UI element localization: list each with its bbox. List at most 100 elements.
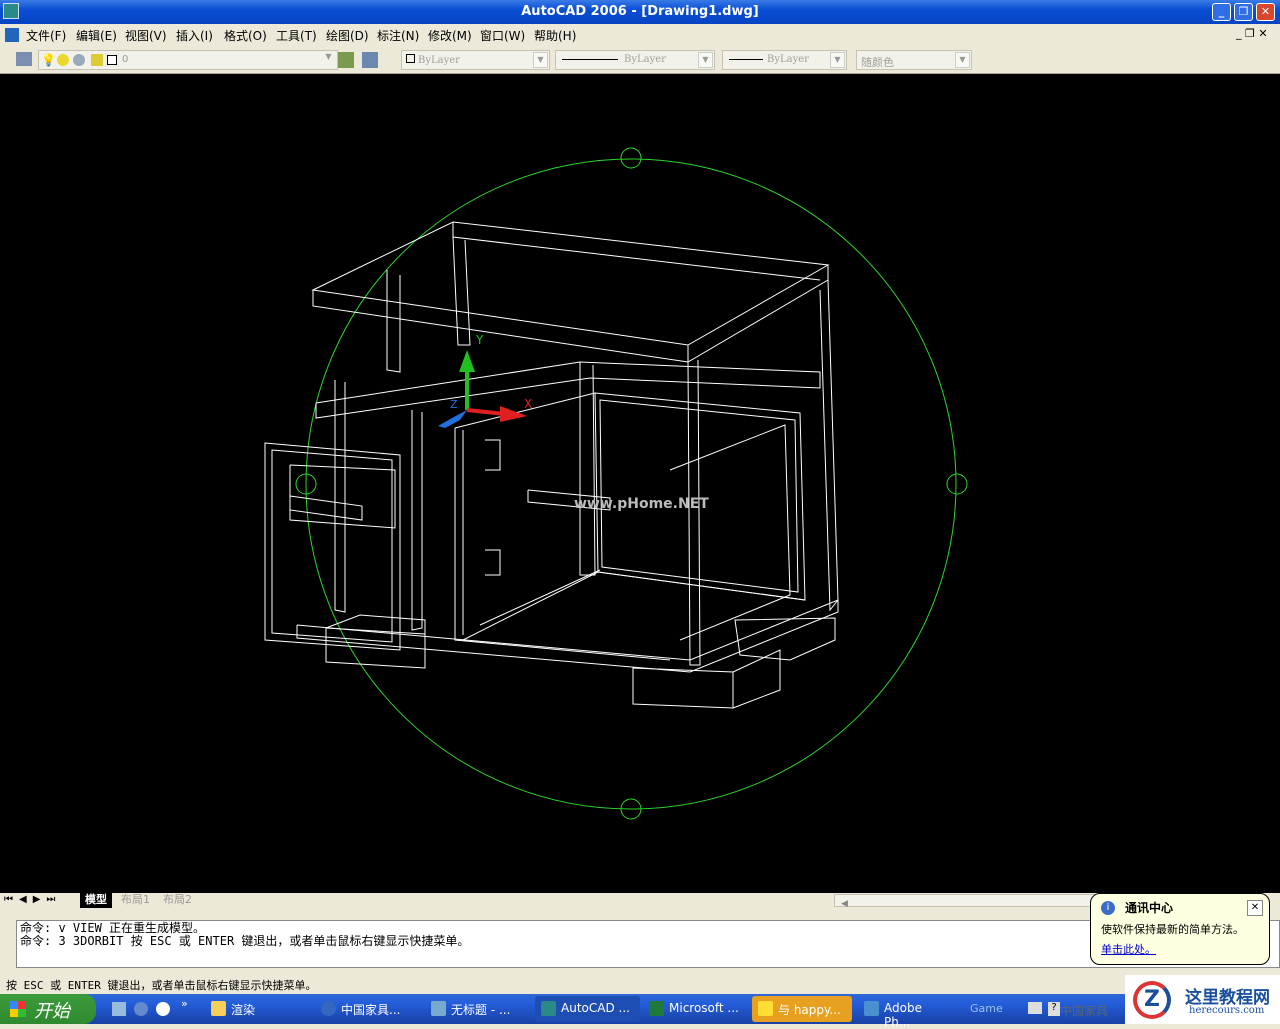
task-label: 渲染 [231,1003,256,1017]
quicklaunch-media-icon[interactable] [156,1002,170,1016]
task-autocad[interactable]: AutoCAD ... [535,996,640,1022]
chevron-down-icon[interactable]: ▼ [955,52,970,68]
menu-file[interactable]: 文件(F) [26,27,66,44]
task-chat[interactable]: 与 happy... [752,996,852,1022]
browser-icon [321,1001,336,1016]
menu-tools[interactable]: 工具(T) [276,27,317,44]
doc-window-controls[interactable]: _ ❐ ✕ [1236,27,1268,40]
chevron-down-icon[interactable]: ▼ [321,52,336,68]
chevron-right-icon[interactable]: » [181,997,188,1010]
keyboard-icon[interactable] [1028,1002,1042,1014]
menu-help[interactable]: 帮助(H) [534,27,576,44]
chevron-down-icon[interactable]: ▼ [830,52,845,68]
task-notepad[interactable]: 无标题 - ... [425,996,530,1022]
y-axis-label: Y [475,333,484,347]
menu-window[interactable]: 窗口(W) [480,27,525,44]
color-swatch [406,54,415,63]
windows-logo-icon [10,1001,26,1017]
chevron-down-icon[interactable]: ▼ [533,52,548,68]
orbit-handle-top[interactable] [620,147,642,169]
status-bar: 按 ESC 或 ENTER 键退出，或者单击鼠标右键显示快捷菜单。 [6,979,317,992]
vertical-scrollbar[interactable] [1266,74,1280,894]
drawing-canvas[interactable]: Y X Z www.pHome.NET [0,74,1280,894]
color-value: ByLayer [418,55,460,66]
quicklaunch-ie-icon[interactable] [134,1002,148,1016]
plotstyle-combo[interactable]: 随颜色 ▼ [856,50,972,70]
lightbulb-icon: 💡 [41,53,56,67]
start-button[interactable]: 开始 [0,994,96,1024]
menu-bar: 文件(F) 编辑(E) 视图(V) 插入(I) 格式(O) 工具(T) 绘图(D… [0,24,1280,46]
watermark-text: www.pHome.NET [574,496,709,512]
game-toolbar-label[interactable]: Game [970,1002,1003,1015]
make-current-layer-icon[interactable] [338,52,354,68]
task-label: 中国家具... [341,1003,401,1017]
menu-modify[interactable]: 修改(M) [428,27,472,44]
quicklaunch-desktop-icon[interactable] [112,1002,126,1016]
layer-previous-icon[interactable] [362,52,378,68]
color-combo[interactable]: ByLayer ▼ [401,50,550,70]
tab-layout2[interactable]: 布局2 [158,893,197,908]
command-window: 命令: v VIEW 正在重生成模型。 命令: 3 3DORBIT 按 ESC … [0,916,1280,972]
layer-name: 0 [122,54,129,65]
layers-properties-toolbar: 💡 0 ▼ ByLayer ▼ ByLayer ▼ ByLayer ▼ 随颜色 ▼ [0,46,1280,74]
excel-icon [649,1001,664,1016]
menu-insert[interactable]: 插入(I) [176,27,213,44]
z-axis-label: Z [450,398,458,411]
task-browser[interactable]: 中国家具... [315,996,420,1022]
arcball-circle[interactable] [305,158,957,810]
orbit-arcball[interactable] [295,147,968,820]
window-title: AutoCAD 2006 - [Drawing1.dwg] [521,4,759,19]
linetype-combo[interactable]: ByLayer ▼ [555,50,715,70]
chat-icon [758,1001,773,1016]
close-button[interactable]: ✕ [1256,3,1275,21]
layer-manager-icon[interactable] [16,52,32,66]
task-label: 无标题 - ... [451,1003,511,1017]
menu-view[interactable]: 视图(V) [125,27,167,44]
lineweight-combo[interactable]: ByLayer ▼ [722,50,847,70]
task-label: Microsoft ... [669,1001,739,1015]
layer-combo[interactable]: 💡 0 ▼ [38,50,338,70]
communication-center-balloon: i 通讯中心 ✕ 使软件保持最新的简单方法。 单击此处。 [1090,893,1270,965]
tab-layout1[interactable]: 布局1 [116,893,155,908]
logo-z-icon: Z [1133,981,1171,1019]
balloon-link[interactable]: 单击此处。 [1101,941,1259,957]
menu-edit[interactable]: 编辑(E) [76,27,117,44]
task-photoshop[interactable]: Adobe Ph... [858,996,958,1029]
menu-format[interactable]: 格式(O) [224,27,267,44]
task-label: AutoCAD ... [561,1001,630,1015]
autocad-icon [541,1001,556,1016]
restore-button[interactable]: ❐ [1234,3,1253,21]
tab-model[interactable]: 模型 [80,893,112,908]
color-swatch [107,55,117,65]
command-line: 命令: 3 3DORBIT 按 ESC 或 ENTER 键退出，或者单击鼠标右键… [20,934,470,948]
start-label: 开始 [34,1001,70,1022]
ucs-icon: Y X Z [438,333,532,428]
layout-tabs-bar: ⏮◀▶⏭ 模型 布局1 布局2 ◀ [0,893,1280,909]
balloon-body: 使软件保持最新的简单方法。 [1101,923,1244,936]
chevron-down-icon[interactable]: ▼ [698,52,713,68]
line-sample [729,59,763,60]
x-axis-arrow-icon [500,406,527,422]
menu-draw[interactable]: 绘图(D) [326,27,369,44]
folder-icon [211,1001,226,1016]
logo-url: herecours.com [1189,1005,1265,1016]
z-axis-arrow-icon [438,410,467,428]
plotstyle-value: 随颜色 [861,56,894,69]
linetype-value: ByLayer [624,54,666,65]
orbit-handle-right[interactable] [946,473,968,495]
scroll-left-icon[interactable]: ◀ [835,899,848,909]
task-label: Adobe Ph... [884,1001,922,1029]
help-icon[interactable]: ? [1048,1002,1060,1016]
menu-dimension[interactable]: 标注(N) [377,27,419,44]
y-axis-arrow-icon [459,350,475,372]
close-icon[interactable]: ✕ [1247,900,1263,916]
minimize-button[interactable]: _ [1212,3,1231,21]
taskbar: 开始 » 渲染 中国家具... 无标题 - ... AutoCAD ... Mi… [0,994,1280,1029]
photoshop-icon [864,1001,879,1016]
document-icon[interactable] [5,28,19,42]
tab-navigation-arrows[interactable]: ⏮◀▶⏭ [4,894,61,905]
task-render-folder[interactable]: 渲染 [205,996,310,1022]
tray-text: 中国家具 [1060,1004,1109,1018]
task-excel[interactable]: Microsoft ... [643,996,748,1022]
balloon-title: 通讯中心 [1125,901,1174,915]
